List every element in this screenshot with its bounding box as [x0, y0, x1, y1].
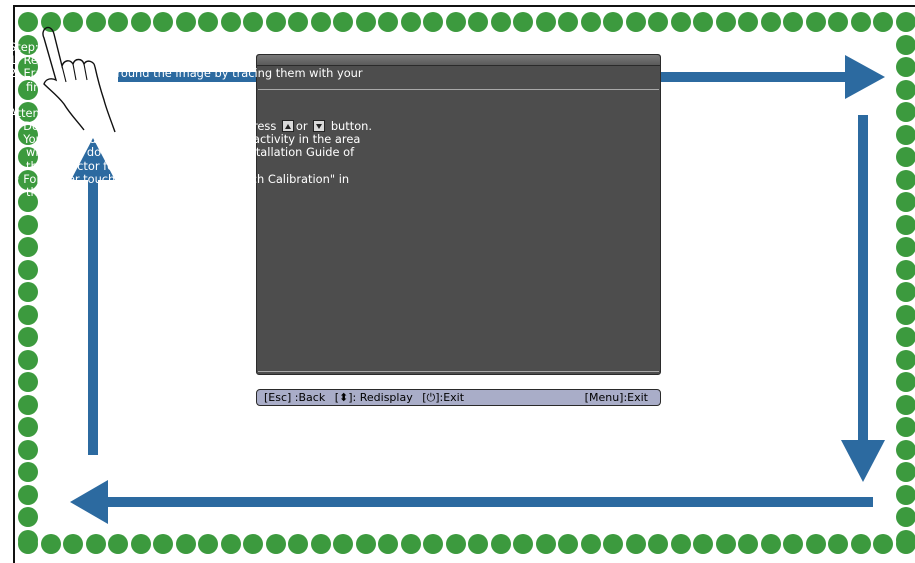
redisplay-hint[interactable]: [⬍]: Redisplay — [335, 391, 413, 404]
help-bar: [Esc] :Back [⬍]: Redisplay [⏻]:Exit [Men… — [256, 389, 661, 406]
up-arrow-key-icon — [281, 120, 294, 133]
down-arrow-key-icon — [313, 120, 326, 133]
arrow-bottom-head — [70, 480, 108, 524]
pointing-hand-icon — [42, 26, 116, 133]
arrow-right-shaft — [858, 115, 868, 440]
arrow-right-head — [841, 440, 885, 482]
attention-line-3: where the dots remains. Refer to the Ins… — [26, 145, 355, 160]
menu-exit-hint[interactable]: [Menu]:Exit — [585, 390, 648, 405]
attention-line-6: the menu. — [26, 185, 85, 200]
arrow-top-head — [845, 55, 885, 99]
attention-line-1-or: or — [295, 119, 308, 134]
projector-screen: Step: 1. Remove the Markers. 2. Erase th… — [0, 0, 915, 563]
arrow-left-shaft — [88, 180, 98, 455]
arrow-bottom-shaft — [108, 497, 873, 507]
power-exit-hint[interactable]: [⏻]:Exit — [422, 391, 464, 404]
attention-line-1-end: button. — [330, 119, 373, 134]
attention-line-4: the projector for more details. — [26, 158, 198, 173]
esc-back-hint[interactable]: [Esc] :Back — [264, 391, 325, 404]
